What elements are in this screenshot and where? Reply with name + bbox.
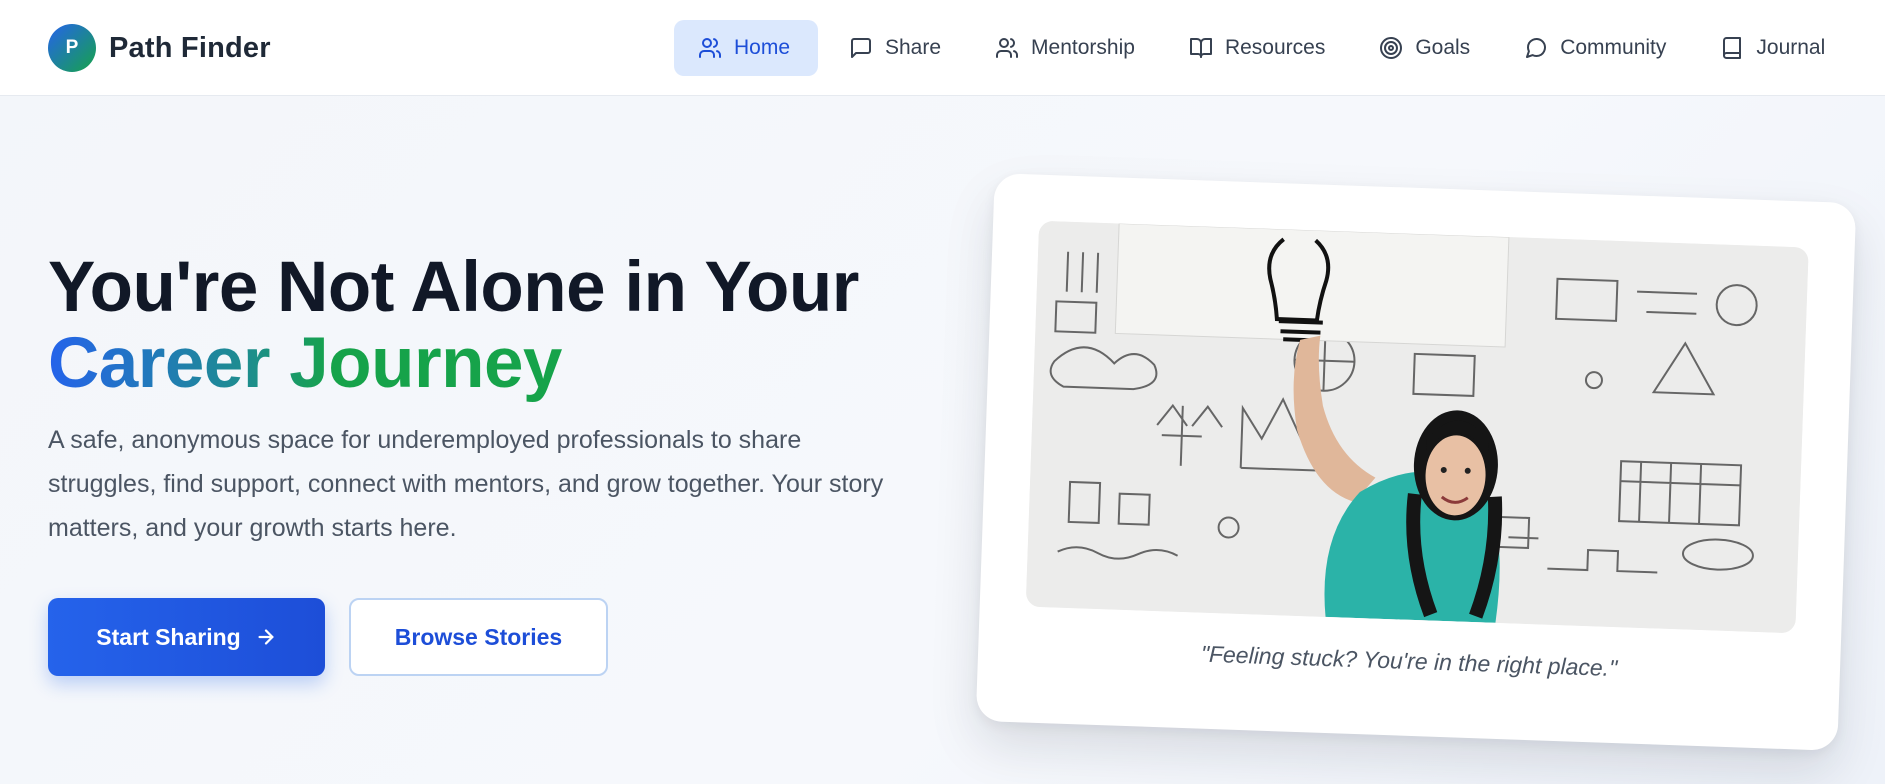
nav-item-label: Resources	[1224, 36, 1326, 59]
brand[interactable]: P Path Finder	[48, 24, 271, 72]
nav-item-label: Home	[734, 36, 791, 59]
nav-item-label: Mentorship	[1031, 36, 1135, 59]
hero-photo	[1025, 220, 1809, 634]
brand-logo[interactable]: P	[48, 24, 96, 72]
brand-name[interactable]: Path Finder	[109, 32, 271, 65]
book-open-icon	[1189, 38, 1212, 58]
nav-item-label: Community	[1560, 36, 1667, 59]
hero-title-line1: You're Not Alone in Your	[48, 248, 859, 327]
nav-item-goals[interactable]: Goals	[1379, 20, 1470, 76]
hero-subtitle: A safe, anonymous space for underemploye…	[48, 426, 884, 542]
message-circle-icon	[1526, 37, 1547, 58]
whiteboard-photo-illustration	[1025, 220, 1809, 634]
photo-caption: "Feeling stuck? You're in the right plac…	[1200, 640, 1618, 682]
main-nav: Home Share Mentorship Resources Goals Co…	[674, 20, 1825, 76]
message-square-icon	[851, 38, 871, 58]
nav-item-community[interactable]: Community	[1524, 20, 1666, 76]
nav-item-resources[interactable]: Resources	[1189, 20, 1325, 76]
nav-item-journal[interactable]: Journal	[1720, 20, 1825, 76]
nav-item-label: Goals	[1415, 36, 1471, 59]
book-icon	[1723, 37, 1742, 59]
browse-stories-button[interactable]: Browse Stories	[349, 598, 608, 676]
top-navbar: P Path Finder Home Share Mentorship Reso…	[0, 0, 1885, 96]
hero-image-card: "Feeling stuck? You're in the right plac…	[975, 173, 1857, 751]
hero-title: You're Not Alone in Your Career Journey	[48, 250, 948, 402]
start-sharing-button[interactable]: Start Sharing	[48, 598, 325, 676]
nav-item-label: Journal	[1756, 36, 1826, 59]
start-sharing-label: Start Sharing	[96, 623, 241, 650]
nav-item-share[interactable]: Share	[849, 20, 941, 76]
nav-item-home[interactable]: Home	[674, 20, 818, 76]
arrow-right-icon	[258, 629, 274, 645]
nav-item-mentorship[interactable]: Mentorship	[995, 20, 1135, 76]
hero-title-line2: Career Journey	[48, 324, 562, 403]
users-icon	[996, 38, 1019, 58]
browse-stories-label: Browse Stories	[394, 623, 563, 650]
target-icon	[1380, 37, 1403, 59]
nav-item-label: Share	[885, 36, 942, 59]
users-icon	[699, 38, 721, 58]
